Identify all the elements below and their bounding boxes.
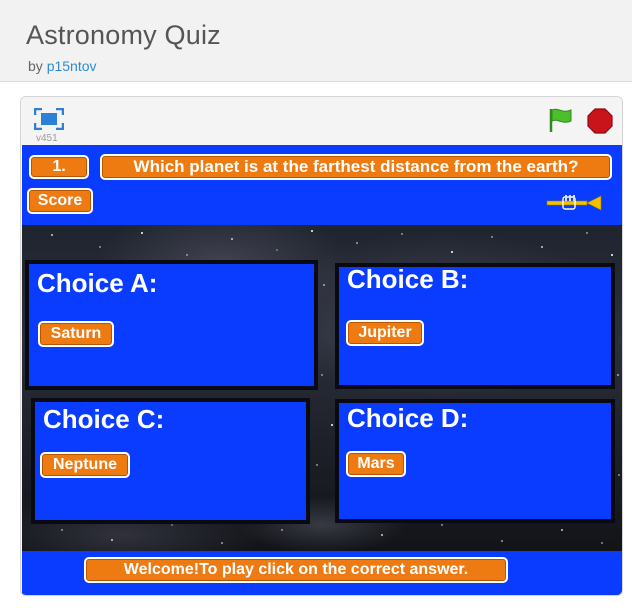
version-label: v451	[36, 133, 58, 144]
choice-a-title: Choice A:	[37, 268, 158, 298]
project-player: v451 1. Which planet is at the farthest …	[20, 96, 623, 596]
choice-d-title: Choice D:	[347, 403, 469, 433]
answer-a-button[interactable]: Saturn	[38, 321, 114, 347]
project-title: Astronomy Quiz	[26, 20, 221, 50]
project-header: Astronomy Quiz by p15ntov	[0, 0, 632, 82]
answer-b-button[interactable]: Jupiter	[346, 320, 424, 346]
stage[interactable]: 1. Which planet is at the farthest dista…	[22, 145, 622, 595]
player-controls-bar: v451	[21, 97, 622, 145]
answer-c-button[interactable]: Neptune	[40, 452, 130, 478]
score-label: Score	[27, 188, 93, 214]
welcome-message: Welcome!To play click on the correct ans…	[84, 557, 508, 583]
author-link[interactable]: p15ntov	[47, 58, 97, 74]
choice-c-title: Choice C:	[43, 404, 165, 434]
trumpet-icon[interactable]	[545, 195, 603, 211]
answer-d-button[interactable]: Mars	[346, 451, 406, 477]
fullscreen-icon[interactable]	[34, 108, 64, 130]
choice-b-title: Choice B:	[347, 264, 469, 294]
green-flag-icon[interactable]	[547, 107, 575, 133]
byline-prefix: by	[28, 58, 43, 74]
stop-icon[interactable]	[587, 108, 613, 134]
question-number: 1.	[29, 155, 89, 179]
question-text: Which planet is at the farthest distance…	[100, 154, 612, 180]
byline: by p15ntov	[28, 58, 97, 74]
